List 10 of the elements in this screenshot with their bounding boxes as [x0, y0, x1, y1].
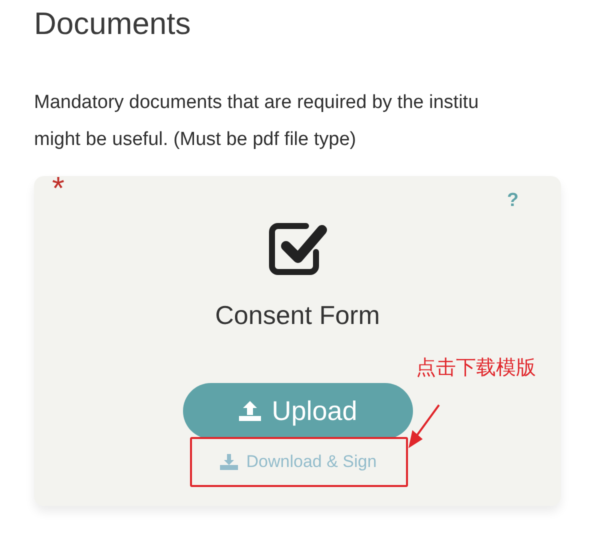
- download-link[interactable]: Download & Sign: [220, 452, 377, 472]
- document-title: Consent Form: [215, 300, 380, 331]
- page-heading: Documents: [34, 6, 192, 42]
- description-text: Mandatory documents that are required by the institu might be useful. (Must be pdf file type): [34, 91, 480, 152]
- download-icon: [220, 454, 238, 470]
- annotation-label: 点击下载模版: [416, 354, 536, 381]
- upload-icon: [238, 400, 262, 422]
- upload-button[interactable]: Upload: [182, 383, 412, 439]
- help-link[interactable]: ?: [507, 190, 519, 212]
- required-mark: *: [52, 172, 64, 204]
